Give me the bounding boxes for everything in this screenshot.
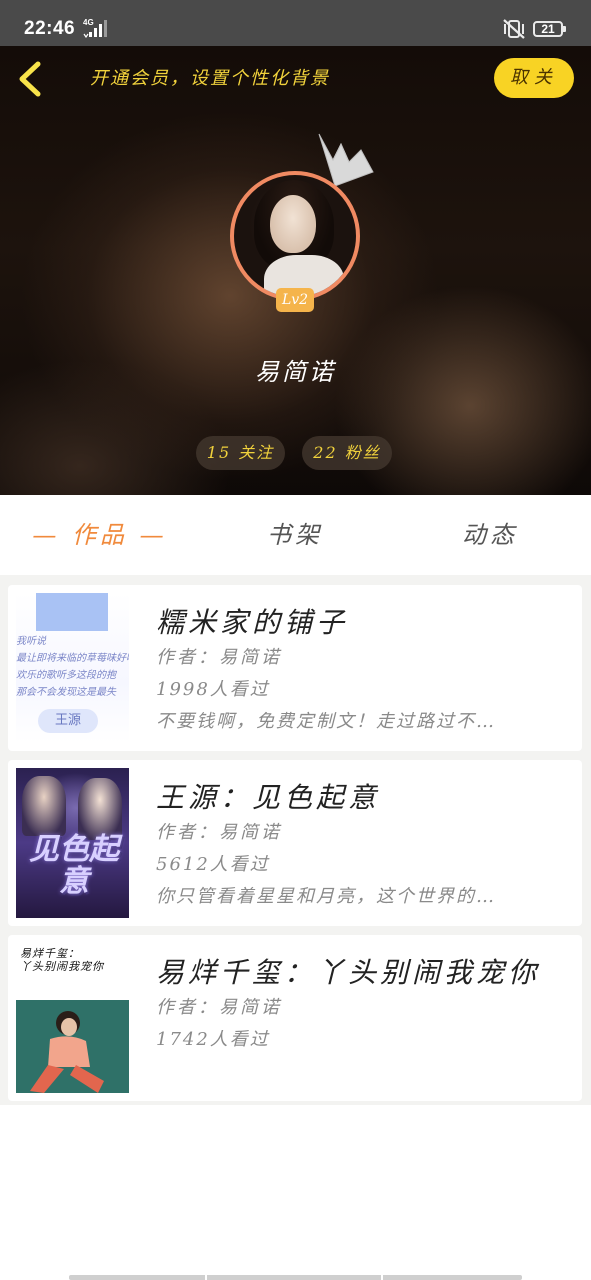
cover-person-illustration: [30, 1011, 104, 1093]
work-title: 糯米家的铺子: [156, 606, 349, 639]
works-list: 我听说 最让即将来临的草莓味好吃 欢乐的歌听多这段的抱 那会不会发现这是最失 王…: [0, 575, 591, 1105]
work-title: 易烊千玺：丫头别闹我宠你: [156, 956, 541, 989]
book-cover: 见色起意: [16, 768, 129, 918]
work-views: 1742人看过: [156, 1029, 270, 1050]
cover-text: 易烊千玺：: [20, 947, 80, 960]
cover-text: 丫头别闹我宠你: [20, 960, 104, 973]
work-card[interactable]: 我听说 最让即将来临的草莓味好吃 欢乐的歌听多这段的抱 那会不会发现这是最失 王…: [8, 585, 582, 751]
tab-moments[interactable]: 动态: [440, 495, 540, 575]
cover-text: 见色起意: [29, 832, 119, 899]
cover-text: 那会不会发现这是最失: [16, 687, 116, 698]
profile-header: 开通会员，设置个性化背景 取关 Lv2 易简诺 15 关注 22 粉丝: [0, 46, 591, 495]
vip-background-promo[interactable]: 开通会员，设置个性化背景: [90, 64, 330, 90]
profile-tabs: — 作品 — 书架 动态: [0, 495, 591, 575]
username: 易简诺: [255, 358, 336, 386]
cover-text: 欢乐的歌听多这段的抱: [16, 670, 116, 681]
following-count-button[interactable]: 15 关注: [196, 436, 285, 470]
cover-text: 王源: [38, 709, 98, 733]
tab-bookshelf[interactable]: 书架: [245, 495, 345, 575]
status-time: 22:46: [24, 18, 76, 39]
vibrate-off-icon: [502, 18, 526, 40]
work-description: 不要钱啊，免费定制文！走过路过不…: [156, 711, 496, 732]
gesture-nav-bar[interactable]: [69, 1275, 522, 1280]
back-arrow-icon: [19, 61, 41, 97]
unfollow-button[interactable]: 取关: [494, 58, 574, 98]
work-title: 王源：见色起意: [156, 781, 381, 814]
avatar[interactable]: [230, 171, 360, 301]
work-views: 1998人看过: [156, 679, 270, 700]
work-description: 你只管看着星星和月亮，这个世界的…: [156, 886, 496, 907]
work-card[interactable]: 易烊千玺： 丫头别闹我宠你 易烊千玺：丫头别闹我宠你 作者：易简诺 1742人看…: [8, 935, 582, 1101]
cover-text: 最让即将来临的草莓味好吃: [16, 653, 129, 664]
work-author: 作者：易简诺: [156, 822, 282, 843]
tab-works[interactable]: — 作品 —: [30, 495, 170, 575]
followers-count-button[interactable]: 22 粉丝: [302, 436, 392, 470]
book-cover: 易烊千玺： 丫头别闹我宠你: [16, 943, 129, 1093]
work-views: 5612人看过: [156, 854, 270, 875]
level-badge: Lv2: [276, 288, 314, 312]
signal-icon: 4G: [83, 18, 113, 38]
back-button[interactable]: [14, 58, 48, 100]
book-cover: 我听说 最让即将来临的草莓味好吃 欢乐的歌听多这段的抱 那会不会发现这是最失 王…: [16, 593, 129, 743]
battery-indicator: 21: [533, 21, 566, 37]
status-bar: 22:46 4G 21: [0, 0, 591, 46]
work-card[interactable]: 见色起意 王源：见色起意 作者：易简诺 5612人看过 你只管看着星星和月亮，这…: [8, 760, 582, 926]
work-author: 作者：易简诺: [156, 647, 282, 668]
work-author: 作者：易简诺: [156, 997, 282, 1018]
cover-text: 我听说: [16, 636, 46, 647]
